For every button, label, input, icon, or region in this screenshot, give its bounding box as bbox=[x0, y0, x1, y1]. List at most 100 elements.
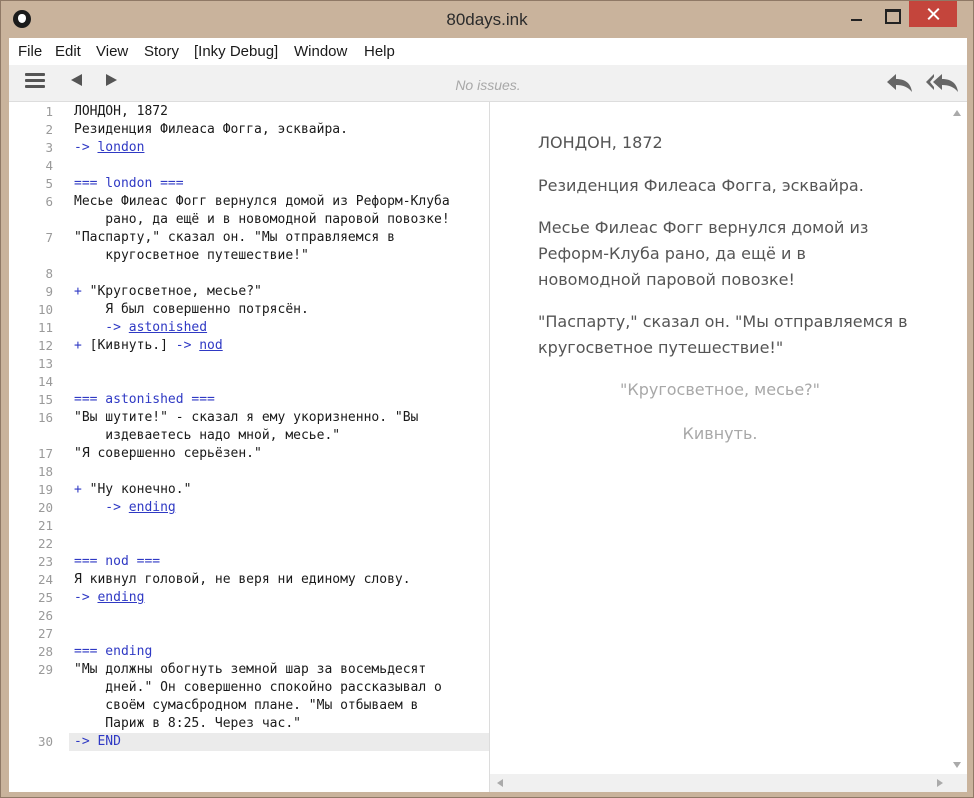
code-text: "Я совершенно серьёзен." bbox=[74, 445, 262, 463]
divert-link[interactable]: london bbox=[97, 140, 144, 155]
line-number: 18 bbox=[37, 464, 53, 479]
code-line[interactable]: 22 bbox=[9, 535, 489, 553]
ink-keyword: -> END bbox=[74, 734, 121, 749]
code-text: -> astonished bbox=[74, 319, 207, 337]
code-line[interactable]: 10 Я был совершенно потрясён. bbox=[9, 301, 489, 319]
code-token: рано, да ещё и в новомодной паровой пово… bbox=[74, 212, 450, 227]
minimize-button[interactable] bbox=[841, 1, 871, 31]
story-choice[interactable]: "Кругосветное, месье?" bbox=[538, 380, 902, 399]
line-number: 14 bbox=[37, 374, 53, 389]
code-line[interactable]: 2 Резиденция Филеаса Фогга, эсквайра. bbox=[9, 121, 489, 139]
menu-window[interactable]: Window bbox=[294, 43, 347, 60]
menu-view[interactable]: View bbox=[96, 43, 128, 60]
story-player: ЛОНДОН, 1872 Резиденция Филеаса Фогга, э… bbox=[490, 102, 948, 774]
code-line[interactable]: 7 "Паспарту," сказал он. "Мы отправляемся… bbox=[9, 229, 489, 247]
horizontal-scrollbar[interactable] bbox=[490, 774, 948, 792]
line-number: 2 bbox=[45, 122, 53, 137]
line-number: 10 bbox=[37, 302, 53, 317]
maximize-button[interactable] bbox=[877, 1, 907, 31]
scroll-right-icon[interactable] bbox=[937, 779, 943, 787]
ink-editor[interactable]: 1 ЛОНДОН, 1872 2 Резиденция Филеаса Фогга, … bbox=[9, 102, 489, 792]
story-paragraph: ЛОНДОН, 1872 bbox=[538, 133, 663, 152]
close-button[interactable] bbox=[909, 1, 957, 27]
code-line[interactable]: своём сумасбродном плане. "Мы отбываем в bbox=[9, 697, 489, 715]
divert-link[interactable]: astonished bbox=[129, 320, 207, 335]
code-line[interactable]: 23 === nod === bbox=[9, 553, 489, 571]
code-line[interactable]: 21 bbox=[9, 517, 489, 535]
menu-help[interactable]: Help bbox=[364, 43, 395, 60]
code-line[interactable]: кругосветное путешествие!" bbox=[9, 247, 489, 265]
ink-keyword: -> bbox=[74, 320, 129, 335]
code-text: рано, да ещё и в новомодной паровой пово… bbox=[74, 211, 450, 229]
code-line[interactable]: 8 bbox=[9, 265, 489, 283]
code-line[interactable]: 13 bbox=[9, 355, 489, 373]
divert-link[interactable]: ending bbox=[129, 500, 176, 515]
divert-link[interactable]: nod bbox=[199, 338, 222, 353]
title-bar[interactable]: 80days.ink bbox=[1, 1, 973, 38]
vertical-scrollbar[interactable] bbox=[948, 102, 967, 774]
code-line[interactable]: 9 + "Кругосветное, месье?" bbox=[9, 283, 489, 301]
line-number: 7 bbox=[45, 230, 53, 245]
code-token: [Кивнуть.] bbox=[89, 338, 176, 353]
code-line[interactable]: 20 -> ending bbox=[9, 499, 489, 517]
ink-keyword: -> bbox=[175, 338, 200, 353]
code-line[interactable]: издеваетесь надо мной, месье." bbox=[9, 427, 489, 445]
menu-file[interactable]: File bbox=[18, 43, 42, 60]
scroll-left-icon[interactable] bbox=[497, 779, 503, 787]
code-line[interactable]: 27 bbox=[9, 625, 489, 643]
code-text: + "Ну конечно." bbox=[74, 481, 191, 499]
code-line[interactable]: 19 + "Ну конечно." bbox=[9, 481, 489, 499]
menu-inky-debug[interactable]: [Inky Debug] bbox=[194, 43, 278, 60]
code-line[interactable]: 16 "Вы шутите!" - сказал я ему укоризненн… bbox=[9, 409, 489, 427]
line-number: 9 bbox=[45, 284, 53, 299]
code-line[interactable]: 26 bbox=[9, 607, 489, 625]
toolbar: No issues. bbox=[9, 65, 967, 102]
code-text: + [Кивнуть.] -> nod bbox=[74, 337, 223, 355]
divert-link[interactable]: ending bbox=[97, 590, 144, 605]
issues-status: No issues. bbox=[455, 77, 521, 93]
code-line[interactable]: 18 bbox=[9, 463, 489, 481]
line-number: 23 bbox=[37, 554, 53, 569]
line-number: 21 bbox=[37, 518, 53, 533]
code-text: "Мы должны обогнуть земной шар за восемь… bbox=[74, 661, 426, 679]
ink-keyword: -> bbox=[74, 590, 98, 605]
code-line[interactable]: 3 -> london bbox=[9, 139, 489, 157]
code-line[interactable]: 1 ЛОНДОН, 1872 bbox=[9, 103, 489, 121]
code-text: === ending bbox=[74, 643, 152, 661]
code-line[interactable]: Париж в 8:25. Через час." bbox=[9, 715, 489, 733]
code-token: Я был совершенно потрясён. bbox=[74, 302, 309, 317]
code-token: Я кивнул головой, не веря ни единому сло… bbox=[74, 572, 411, 587]
rewind-all-icon[interactable] bbox=[925, 70, 959, 94]
code-line[interactable]: 29 "Мы должны обогнуть земной шар за восе… bbox=[9, 661, 489, 679]
code-line[interactable]: 17 "Я совершенно серьёзен." bbox=[9, 445, 489, 463]
code-line[interactable]: 24 Я кивнул головой, не веря ни единому с… bbox=[9, 571, 489, 589]
code-line[interactable]: дней." Он совершенно спокойно рассказыва… bbox=[9, 679, 489, 697]
code-line[interactable]: 30 -> END bbox=[9, 733, 489, 751]
line-number: 19 bbox=[37, 482, 53, 497]
menu-edit[interactable]: Edit bbox=[55, 43, 81, 60]
code-token: своём сумасбродном плане. "Мы отбываем в bbox=[74, 698, 419, 713]
code-line[interactable]: 14 bbox=[9, 373, 489, 391]
scroll-down-icon[interactable] bbox=[953, 762, 961, 768]
code-line[interactable]: 25 -> ending bbox=[9, 589, 489, 607]
code-line[interactable]: 5 === london === bbox=[9, 175, 489, 193]
code-line[interactable]: 28 === ending bbox=[9, 643, 489, 661]
menu-story[interactable]: Story bbox=[144, 43, 179, 60]
code-token: Париж в 8:25. Через час." bbox=[74, 716, 301, 731]
rewind-icon[interactable] bbox=[885, 70, 915, 94]
line-number: 25 bbox=[37, 590, 53, 605]
code-line[interactable]: рано, да ещё и в новомодной паровой пово… bbox=[9, 211, 489, 229]
scroll-up-icon[interactable] bbox=[953, 110, 961, 116]
code-line[interactable]: 4 bbox=[9, 157, 489, 175]
menu-bar: File Edit View Story [Inky Debug] Window… bbox=[9, 38, 967, 65]
line-number: 8 bbox=[45, 266, 53, 281]
code-line[interactable]: 12 + [Кивнуть.] -> nod bbox=[9, 337, 489, 355]
code-text: -> ending bbox=[74, 499, 176, 517]
code-line[interactable]: 6 Месье Филеас Фогг вернулся домой из Реф… bbox=[9, 193, 489, 211]
code-line[interactable]: 15 === astonished === bbox=[9, 391, 489, 409]
code-line[interactable]: 11 -> astonished bbox=[9, 319, 489, 337]
line-number: 12 bbox=[37, 338, 53, 353]
code-text: своём сумасбродном плане. "Мы отбываем в bbox=[74, 697, 418, 715]
code-token: дней." Он совершенно спокойно рассказыва… bbox=[74, 680, 442, 695]
story-choice[interactable]: Кивнуть. bbox=[538, 424, 902, 443]
